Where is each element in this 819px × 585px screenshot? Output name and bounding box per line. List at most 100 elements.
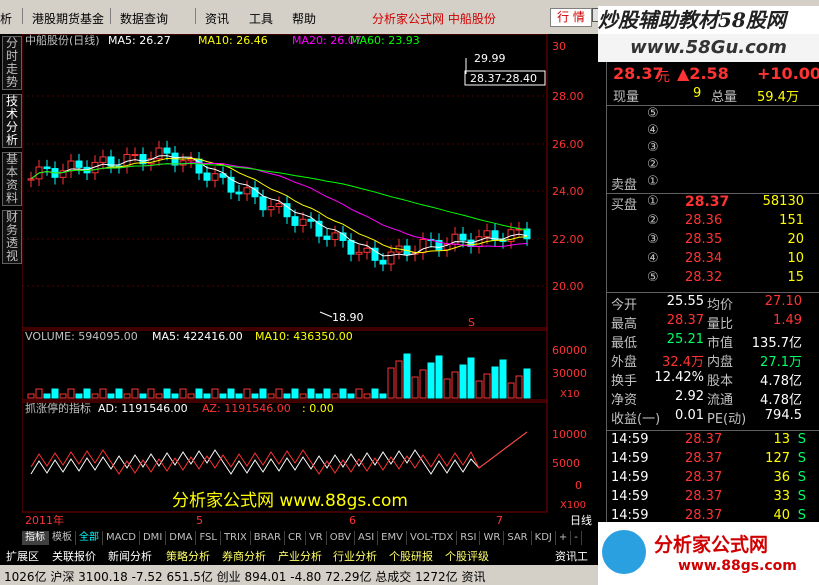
indicator-tab[interactable]: TRIX	[221, 531, 251, 545]
high-annotation: 29.99	[474, 52, 506, 65]
tick-row: 14:59 28.37 36 S	[607, 470, 819, 488]
period-label[interactable]: 日线	[570, 513, 592, 527]
logo-corner: 分析家公式网 www.88gs.com	[598, 522, 819, 585]
indicator-tab[interactable]: BRAR	[251, 531, 285, 545]
price-axis-label: 22.00	[552, 233, 584, 246]
indicator-tab[interactable]: DMI	[140, 531, 167, 545]
price-panel-frame	[22, 34, 548, 329]
sell2-lvl: ②	[647, 157, 659, 172]
indicator-tab[interactable]: CR	[285, 531, 306, 545]
tab-control-button[interactable]: +	[556, 531, 572, 545]
volume-bar	[459, 364, 467, 399]
volume-bar	[51, 388, 59, 399]
indicator-tab[interactable]: ASI	[355, 531, 379, 545]
stat-value-2: 27.1万	[760, 355, 802, 370]
indicator-tab[interactable]: 模板	[49, 531, 76, 545]
menu-related-quote[interactable]: 关联报价	[52, 548, 96, 564]
tab-finance[interactable]: 财务透视	[2, 210, 22, 264]
menu-help[interactable]: 帮助	[292, 10, 316, 27]
indicator-tab[interactable]: SAR	[504, 531, 532, 545]
menu-industry-chain[interactable]: 产业分析	[278, 548, 322, 564]
indicator-tab[interactable]: EMV	[378, 531, 407, 545]
tick-price: 28.37	[685, 508, 723, 523]
indicator-tab[interactable]: OBV	[327, 531, 355, 545]
tick-side: S	[797, 470, 806, 485]
volume-ma10: MA10: 436350.00	[255, 330, 353, 343]
tab-profile[interactable]: 基本资料	[2, 152, 22, 206]
menu-ext-area[interactable]: 扩展区	[6, 548, 39, 564]
buy-level: ④	[647, 251, 659, 266]
menu-data-query[interactable]: 数据查询	[120, 10, 168, 27]
indicator-line	[30, 431, 528, 475]
menu-stock-report[interactable]: 个股研报	[389, 548, 433, 564]
indicator-tab[interactable]: VOL-TDX	[407, 531, 458, 545]
candle	[275, 203, 283, 208]
volume-bar	[251, 393, 259, 399]
volume-bar	[443, 378, 451, 399]
kline-chart[interactable]: 中船股份(日线) MA5: 26.27 MA10: 26.46 MA20: 26…	[22, 34, 606, 530]
menu-sector[interactable]: 行业分析	[333, 548, 377, 564]
menu-news-analysis[interactable]: 新闻分析	[108, 548, 152, 564]
indicator-tab[interactable]: WR	[480, 531, 505, 545]
banner-title: 炒股辅助教材58股网	[598, 6, 819, 34]
volume-bar	[371, 388, 379, 399]
menu-hk-futures[interactable]: 港股期货基金	[32, 10, 104, 27]
volume-bar	[483, 373, 491, 399]
volume-bar	[323, 388, 331, 399]
tick-volume: 127	[765, 451, 790, 466]
buy-price: 28.32	[685, 270, 723, 285]
indicator-tab[interactable]: 全部	[76, 531, 103, 545]
stat-value-2: 135.7亿	[751, 336, 802, 351]
indicator-tab[interactable]: VR	[306, 531, 327, 545]
tab-intraday[interactable]: 分时走势	[2, 36, 22, 90]
stat-row: 换手 12.42% 股本 4.78亿	[607, 370, 819, 389]
stat-row: 今开 25.55 均价 27.10	[607, 294, 819, 313]
stat-label-2: 股本	[707, 374, 734, 389]
tick-row: 14:59 28.37 127 S	[607, 451, 819, 469]
candle	[211, 173, 219, 181]
menu-strategy[interactable]: 策略分析	[166, 548, 210, 564]
stat-label-2: 量比	[707, 317, 734, 332]
ma5-label: MA5: 26.27	[108, 34, 171, 47]
indicator-tab[interactable]: KDJ	[532, 531, 556, 545]
indicator-tab[interactable]: RSI	[457, 531, 481, 545]
volume-bar	[491, 366, 499, 399]
low-annotation: 18.90	[332, 311, 364, 324]
tick-time: 14:59	[611, 489, 649, 504]
volume-bar	[235, 393, 243, 399]
candle	[347, 239, 355, 255]
menu-broker[interactable]: 券商分析	[222, 548, 266, 564]
candle	[363, 247, 371, 253]
candle	[235, 191, 243, 195]
indicator-tab[interactable]: 指标	[22, 531, 49, 545]
menu-analysis[interactable]: 析	[0, 10, 12, 27]
stat-value-1: 28.37	[666, 313, 704, 328]
stat-row: 最低 25.21 市值 135.7亿	[607, 332, 819, 351]
indicator-tab[interactable]: MACD	[103, 531, 140, 545]
stat-label-1: 最低	[611, 336, 638, 351]
stat-value-2: 4.78亿	[760, 374, 802, 389]
quote-button[interactable]: 行 情	[550, 8, 592, 27]
volume-bar	[123, 393, 131, 399]
indicator-tab[interactable]: FSL	[196, 531, 221, 545]
buy-volume: 20	[787, 232, 804, 247]
volume-bar	[43, 393, 51, 399]
volume-header: VOLUME: 594095.00	[25, 330, 138, 343]
indicator-az: AZ: 1191546.00	[202, 402, 291, 415]
menu-news[interactable]: 资讯	[205, 10, 229, 27]
tab-control-button[interactable]: -	[571, 531, 582, 545]
date-axis-year: 2011年	[25, 513, 64, 527]
stat-label-1: 净资	[611, 393, 638, 408]
volume-bar	[187, 393, 195, 399]
indicator-axis-4: X100	[560, 500, 586, 511]
menu-stock-rating[interactable]: 个股评级	[445, 548, 489, 564]
buy-row: ⑤ 28.32 15	[607, 270, 819, 288]
volume-bar	[315, 393, 323, 399]
volume-bar	[355, 388, 363, 399]
tab-technical[interactable]: 技术分析	[2, 94, 22, 148]
menu-tools[interactable]: 工具	[249, 10, 273, 27]
date-axis-may: 5	[196, 514, 203, 527]
indicator-tab[interactable]: DMA	[166, 531, 197, 545]
volume-bar	[523, 368, 531, 399]
candle	[459, 233, 467, 241]
